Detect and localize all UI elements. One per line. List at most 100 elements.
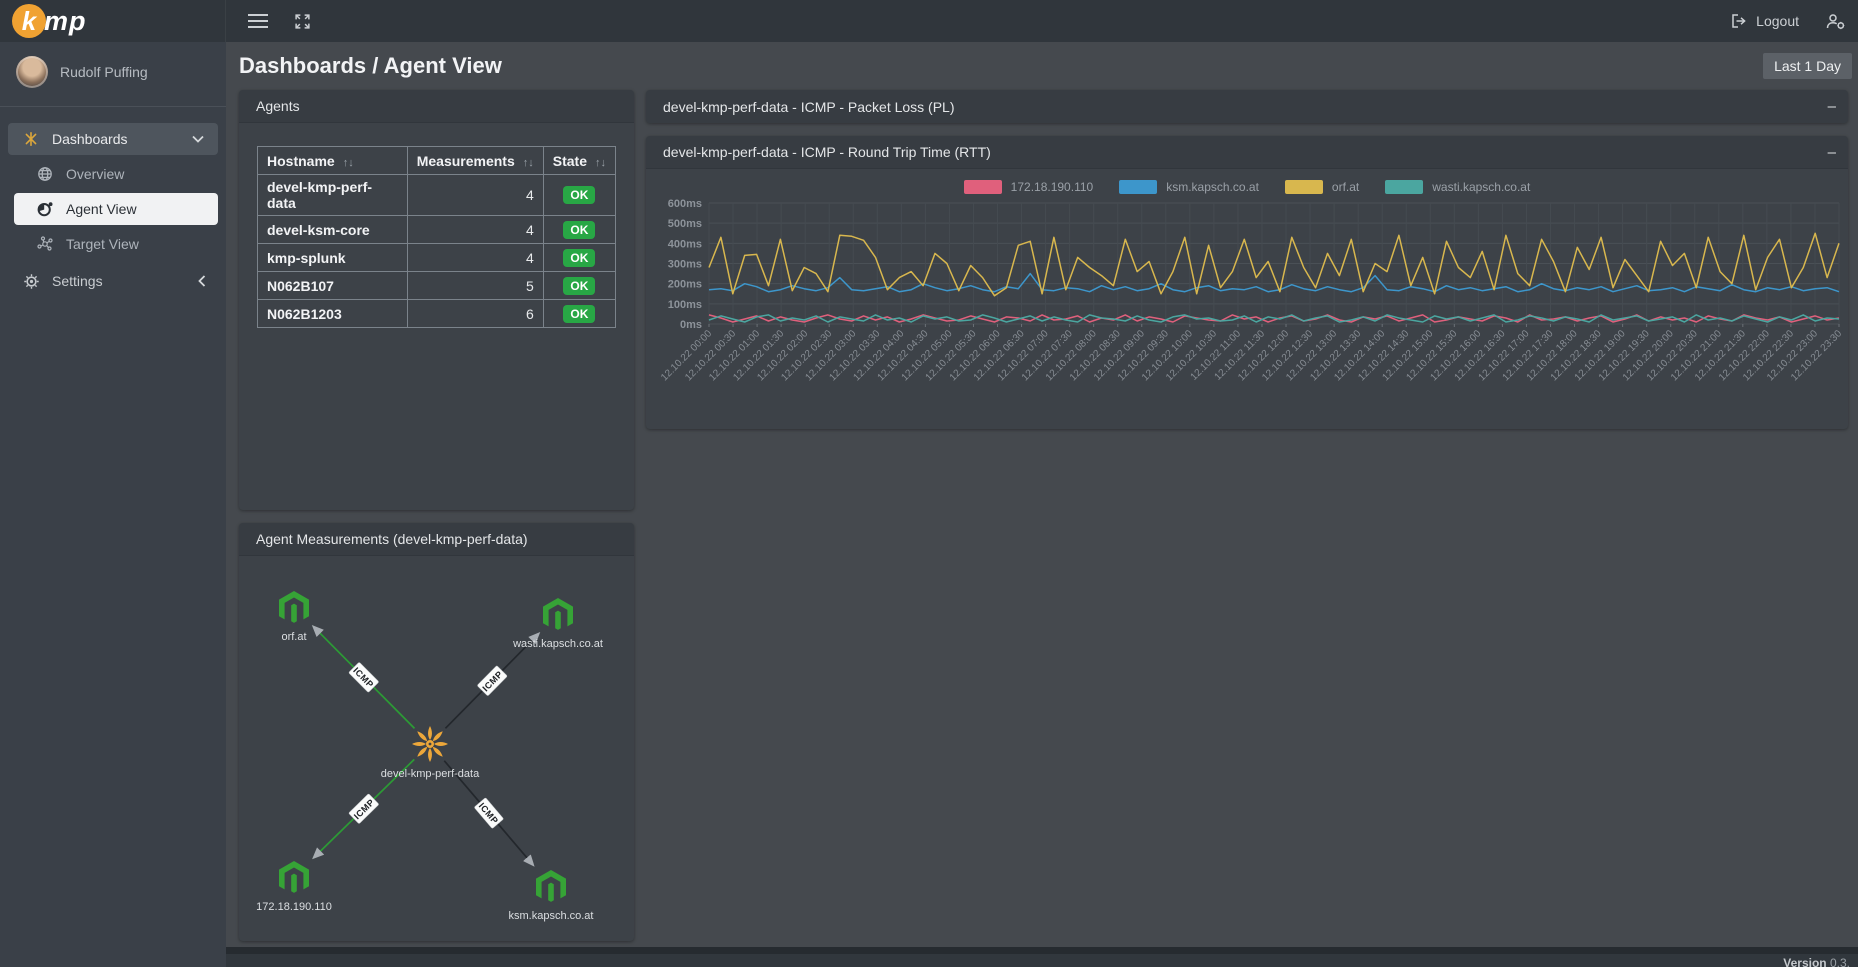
y-axis-tick-label: 0ms	[680, 319, 702, 331]
sidebar-item-label: Settings	[52, 273, 103, 289]
sidebar-item-label: Dashboards	[52, 131, 128, 147]
sidebar-toggle-button[interactable]	[248, 14, 268, 28]
table-row[interactable]: devel-kmp-perf-data 4 OK	[258, 175, 616, 216]
column-header-state[interactable]: State↑↓	[543, 147, 615, 175]
topology-diagram: ICMPICMPICMPICMPorf.atwasti.kapsch.co.at…	[239, 556, 632, 941]
y-axis-tick-label: 400ms	[668, 238, 702, 250]
time-range-button[interactable]: Last 1 Day	[1763, 53, 1852, 79]
legend-item[interactable]: ksm.kapsch.co.at	[1119, 180, 1259, 194]
sidebar-item-dashboards[interactable]: Dashboards	[8, 123, 218, 155]
measurements-cell: 4	[407, 216, 543, 244]
legend-item[interactable]: wasti.kapsch.co.at	[1385, 180, 1530, 194]
diagram-node-172.18.190.110[interactable]: 172.18.190.110	[256, 861, 332, 913]
magento-icon	[536, 870, 566, 902]
sidebar-item-label: Agent View	[66, 201, 137, 217]
expand-icon	[294, 13, 311, 30]
logout-label: Logout	[1756, 13, 1799, 29]
status-badge: OK	[563, 186, 595, 204]
packet-loss-panel-header: devel-kmp-perf-data - ICMP - Packet Loss…	[646, 90, 1848, 123]
dashboards-icon	[22, 131, 40, 147]
user-name: Rudolf Puffing	[60, 64, 148, 80]
topbar: k mp Logout	[0, 0, 1858, 42]
table-row[interactable]: N062B1203 6 OK	[258, 300, 616, 328]
agent-measurements-panel: Agent Measurements (devel-kmp-perf-data)…	[239, 523, 634, 941]
sidebar: Rudolf Puffing Dashboards	[0, 42, 226, 967]
hostname-cell[interactable]: devel-kmp-perf-data	[258, 175, 408, 216]
legend-label: ksm.kapsch.co.at	[1166, 180, 1259, 194]
rtt-panel-header: devel-kmp-perf-data - ICMP - Round Trip …	[646, 136, 1848, 169]
legend-item[interactable]: orf.at	[1285, 180, 1359, 194]
diagram-node-wasti.kapsch.co.at[interactable]: wasti.kapsch.co.at	[512, 598, 603, 650]
legend-swatch	[1385, 180, 1423, 194]
app-logo[interactable]: k mp	[0, 0, 226, 42]
diagram-node-ksm.kapsch.co.at[interactable]: ksm.kapsch.co.at	[509, 870, 594, 922]
agents-panel-header: Agents	[239, 90, 634, 123]
gear-icon	[22, 273, 40, 290]
page-title: Dashboards / Agent View	[239, 53, 502, 79]
hamburger-icon	[248, 14, 268, 28]
column-header-hostname[interactable]: Hostname↑↓	[258, 147, 408, 175]
sidebar-item-overview[interactable]: Overview	[0, 158, 226, 190]
magento-icon	[279, 861, 309, 893]
logo-text: mp	[44, 6, 87, 37]
y-axis-tick-label: 600ms	[668, 198, 702, 210]
collapse-button[interactable]: –	[1828, 145, 1836, 160]
logout-button[interactable]: Logout	[1731, 13, 1799, 29]
agent-measurements-panel-title: Agent Measurements (devel-kmp-perf-data)	[256, 531, 528, 547]
rtt-panel: devel-kmp-perf-data - ICMP - Round Trip …	[646, 136, 1848, 429]
agents-panel: Agents Hostname↑↓ Measurements↑↓ State↑↓	[239, 90, 634, 510]
sidebar-item-target-view[interactable]: Target View	[0, 228, 226, 260]
chevron-down-icon	[192, 135, 204, 143]
legend-item[interactable]: 172.18.190.110	[964, 180, 1094, 194]
hostname-cell[interactable]: kmp-splunk	[258, 244, 408, 272]
sort-icon: ↑↓	[523, 157, 534, 169]
legend-swatch	[1119, 180, 1157, 194]
sort-icon: ↑↓	[595, 157, 606, 169]
hostname-cell[interactable]: devel-ksm-core	[258, 216, 408, 244]
table-row[interactable]: N062B107 5 OK	[258, 272, 616, 300]
magento-icon	[543, 598, 573, 630]
hostname-cell[interactable]: N062B107	[258, 272, 408, 300]
sidebar-item-label: Overview	[66, 166, 124, 182]
diagram-node-label: devel-kmp-perf-data	[381, 768, 480, 780]
legend-swatch	[964, 180, 1002, 194]
rtt-chart: 0ms100ms200ms300ms400ms500ms600ms12.10.2…	[651, 195, 1843, 423]
diagram-node-label: 172.18.190.110	[256, 901, 332, 913]
diagram-node-orf.at[interactable]: orf.at	[279, 591, 309, 643]
network-icon	[36, 236, 54, 252]
measurements-cell: 4	[407, 244, 543, 272]
user-gear-icon	[1825, 13, 1846, 30]
user-block[interactable]: Rudolf Puffing	[0, 42, 226, 102]
agents-table: Hostname↑↓ Measurements↑↓ State↑↓ devel-…	[257, 146, 616, 328]
collapse-button[interactable]: –	[1828, 99, 1836, 114]
y-axis-tick-label: 100ms	[668, 299, 702, 311]
globe-icon	[36, 166, 54, 182]
rtt-panel-title: devel-kmp-perf-data - ICMP - Round Trip …	[663, 144, 991, 160]
agents-panel-title: Agents	[256, 98, 300, 114]
agent-view-icon	[36, 201, 54, 217]
column-header-measurements[interactable]: Measurements↑↓	[407, 147, 543, 175]
hostname-cell[interactable]: N062B1203	[258, 300, 408, 328]
sidebar-menu: Dashboards Overview	[0, 123, 226, 297]
sidebar-item-agent-view[interactable]: Agent View	[14, 193, 218, 225]
sidebar-item-label: Target View	[66, 236, 139, 252]
legend-swatch	[1285, 180, 1323, 194]
burst-icon	[412, 726, 448, 762]
diagram-node-devel-kmp-perf-data[interactable]: devel-kmp-perf-data	[381, 726, 480, 780]
sort-icon: ↑↓	[343, 157, 354, 169]
chart-legend: 172.18.190.110 ksm.kapsch.co.at orf.at wast…	[651, 179, 1843, 195]
status-badge: OK	[563, 277, 595, 295]
table-row[interactable]: devel-ksm-core 4 OK	[258, 216, 616, 244]
series-line-orf.at	[709, 233, 1839, 295]
packet-loss-panel-title: devel-kmp-perf-data - ICMP - Packet Loss…	[663, 99, 955, 115]
logo-k-icon: k	[12, 4, 46, 38]
version-value: 0.3.	[1830, 956, 1850, 967]
packet-loss-panel: devel-kmp-perf-data - ICMP - Packet Loss…	[646, 90, 1848, 123]
fullscreen-button[interactable]	[294, 13, 311, 30]
table-row[interactable]: kmp-splunk 4 OK	[258, 244, 616, 272]
y-axis-tick-label: 300ms	[668, 259, 702, 271]
sidebar-item-settings[interactable]: Settings	[0, 265, 226, 297]
user-settings-button[interactable]	[1825, 13, 1846, 30]
legend-label: 172.18.190.110	[1011, 180, 1094, 194]
status-badge: OK	[563, 305, 595, 323]
